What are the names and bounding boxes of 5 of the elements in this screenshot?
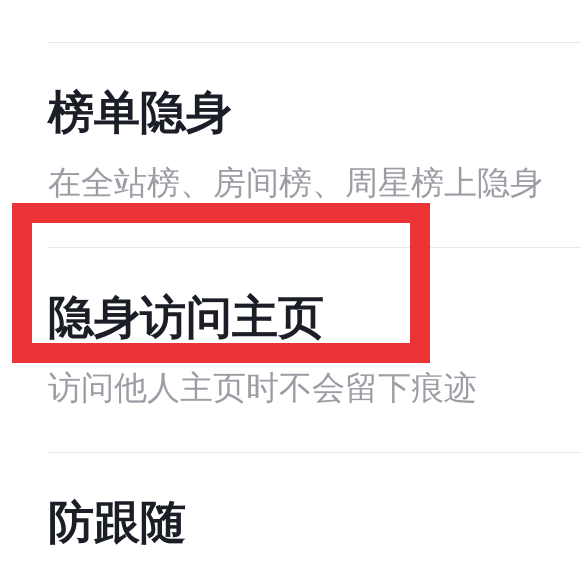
setting-title: 防跟随 [48, 499, 187, 545]
setting-title: 榜单隐身 [48, 89, 233, 135]
setting-description: 在全站榜、房间榜、周星榜上隐身 [48, 163, 544, 203]
setting-description: 访问他人主页时不会留下痕迹 [48, 368, 478, 408]
setting-title: 隐身访问主页 [48, 294, 325, 340]
